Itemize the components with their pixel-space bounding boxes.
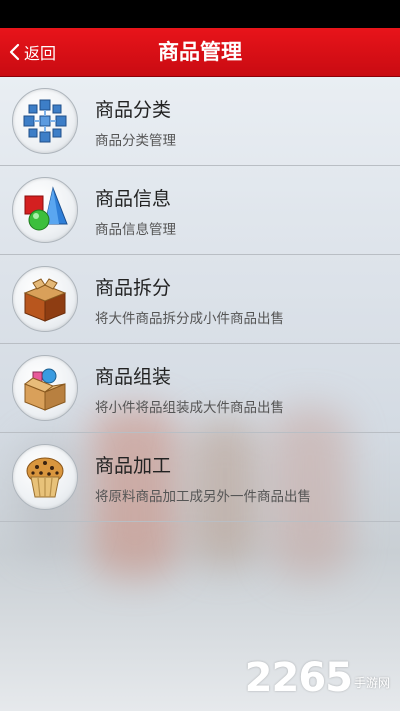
menu-item-info[interactable]: 商品信息 商品信息管理 [0,166,400,255]
back-label: 返回 [24,44,57,63]
muffin-icon [12,444,78,510]
chevron-left-icon [9,43,20,61]
watermark-text: 手游网 [353,676,390,690]
menu-item-title: 商品信息 [95,188,172,210]
menu-item-subtitle: 将小件将品组装成大件商品出售 [95,400,284,416]
shapes-icon [12,177,78,243]
page-title: 商品管理 [158,40,242,64]
menu-list: 商品分类 商品分类管理 商品信息 商品信息管理 商品拆分 将大件商品拆分成小件商… [0,77,400,711]
menu-item-title: 商品组装 [95,366,172,388]
menu-item-title: 商品拆分 [95,277,172,299]
menu-item-subtitle: 商品信息管理 [95,222,176,238]
status-bar [0,0,400,28]
header-bar: 返回 商品管理 [0,28,400,77]
menu-item-split[interactable]: 商品拆分 将大件商品拆分成小件商品出售 [0,255,400,344]
back-button[interactable]: 返回 [8,28,56,76]
menu-item-subtitle: 将大件商品拆分成小件商品出售 [95,311,284,327]
box-with-items-icon [12,355,78,421]
menu-item-category[interactable]: 商品分类 商品分类管理 [0,77,400,166]
blue-cubes-icon [12,88,78,154]
menu-item-process[interactable]: 商品加工 将原料商品加工成另外一件商品出售 [0,433,400,522]
menu-item-subtitle: 商品分类管理 [95,133,176,149]
watermark-logo: 2265 手游网 [245,655,390,701]
watermark-number: 2265 [244,655,353,701]
menu-item-subtitle: 将原料商品加工成另外一件商品出售 [95,489,311,505]
menu-item-assemble[interactable]: 商品组装 将小件将品组装成大件商品出售 [0,344,400,433]
menu-item-title: 商品加工 [95,455,172,477]
menu-item-title: 商品分类 [95,99,172,121]
open-box-icon [12,266,78,332]
